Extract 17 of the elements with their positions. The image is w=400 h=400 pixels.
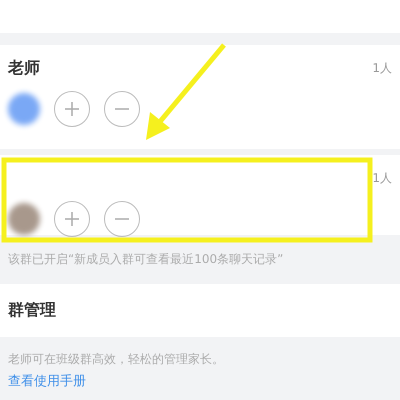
minus-icon — [114, 218, 130, 220]
add-button[interactable] — [54, 201, 90, 237]
avatar — [8, 203, 40, 235]
section-title: 老师 — [8, 58, 40, 78]
description-text: 老师可在班级群高效，轻松的管理家长。 — [7, 351, 225, 368]
plus-icon — [64, 101, 80, 117]
minus-icon — [114, 108, 130, 110]
notice-text: 该群已开启“新成员入群可查看最近100条聊天记录” — [7, 251, 284, 268]
plus-icon — [64, 211, 80, 227]
avatar — [8, 93, 40, 125]
add-button[interactable] — [54, 91, 90, 127]
member-count: 1人 — [372, 170, 392, 186]
remove-button[interactable] — [104, 91, 140, 127]
section-title: 群管理 — [8, 300, 56, 319]
member-count: 1人 — [372, 60, 392, 76]
manual-link[interactable]: 查看使用手册 — [0, 368, 94, 394]
remove-button[interactable] — [104, 201, 140, 237]
